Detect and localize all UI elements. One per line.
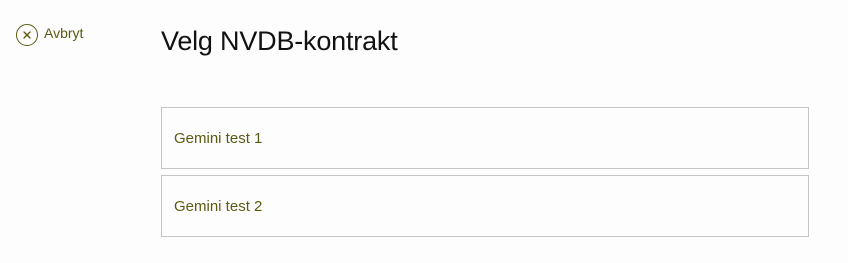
contract-list: Gemini test 1 Gemini test 2 — [161, 107, 809, 243]
contract-item-label: Gemini test 2 — [174, 197, 263, 215]
contract-item[interactable]: Gemini test 2 — [161, 175, 809, 237]
close-icon — [16, 24, 38, 46]
contract-item-label: Gemini test 1 — [174, 129, 263, 147]
page-title: Velg NVDB-kontrakt — [161, 26, 398, 56]
cancel-button[interactable]: Avbryt — [16, 24, 83, 46]
cancel-label: Avbryt — [44, 25, 84, 41]
contract-item[interactable]: Gemini test 1 — [161, 107, 809, 169]
page: Avbryt Velg NVDB-kontrakt Gemini test 1 … — [0, 0, 848, 263]
